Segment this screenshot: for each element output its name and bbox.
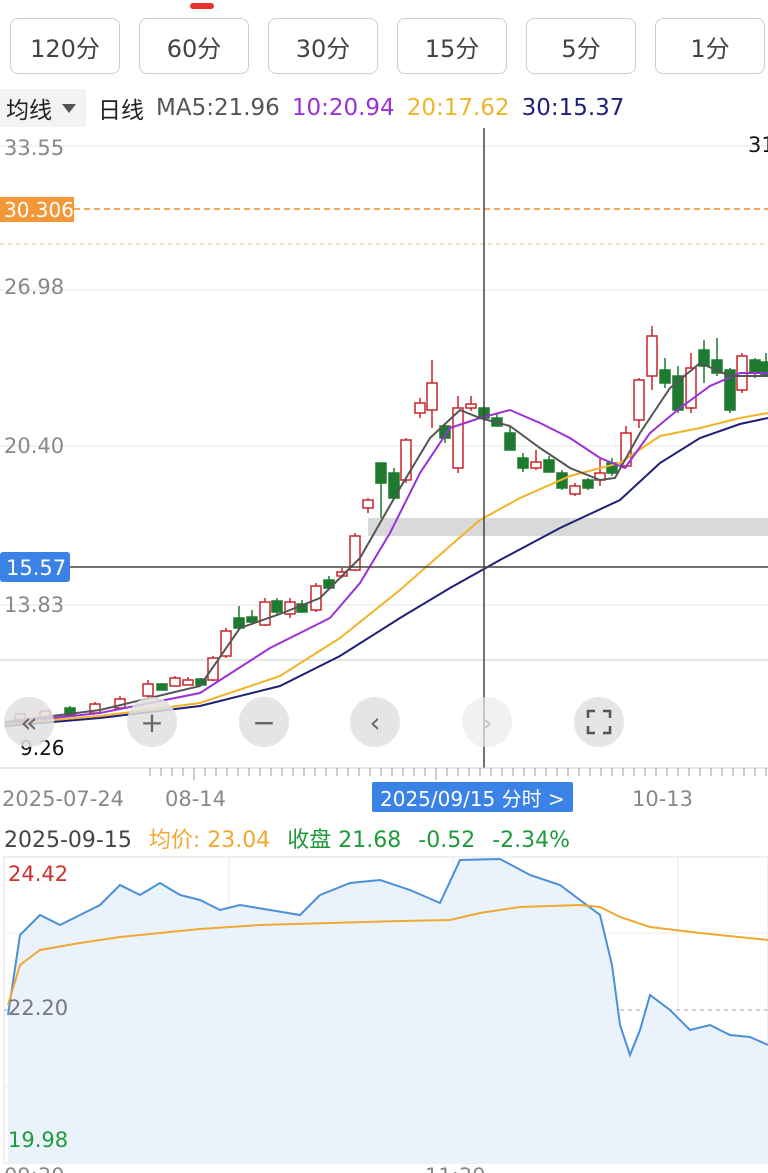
period-tab-4[interactable]: 5分 [526,18,636,74]
candle-body [517,457,529,469]
ma20-value: 20:17.62 [406,95,510,121]
ma20-line [4,412,768,725]
change-pct-value: -2.34% [492,828,571,853]
intraday-mid-label: 22.20 [8,996,68,1020]
period-tab-0[interactable]: 120分 [10,18,120,74]
candle-body [465,403,477,409]
scroll-left-button[interactable]: ‹ [350,697,400,747]
candle-body [271,600,283,613]
candle-body [633,379,645,421]
kline-grid [0,145,768,769]
candle-body [142,683,154,697]
candle-body [414,402,426,414]
top-right-high-label: 31 [748,133,768,157]
intraday-high-label: 24.42 [8,862,68,886]
ma-legend-row: 均线 日线 MA5:21.96 10:20.94 20:17.62 30:15.… [0,88,768,128]
ma5-value: MA5:21.96 [156,95,280,121]
price-label-top: 33.55 [4,136,64,160]
change-value: -0.52 [418,828,476,853]
period-tab-1[interactable]: 60分 [139,18,249,74]
ma30-value: 30:15.37 [521,95,625,121]
avg-price-label: 均价: [148,828,201,853]
kline-period-label: 日线 [98,98,144,124]
plus-icon: + [140,705,164,739]
candle-body [362,499,374,509]
intraday-time-start: 09:30 [4,1164,65,1173]
period-tab-2[interactable]: 30分 [268,18,378,74]
ma10-line [4,372,768,724]
price-zone-band [368,518,768,536]
fullscreen-icon [586,709,612,735]
price-area-fill [8,859,768,1163]
active-period-indicator [190,3,214,9]
candle-body [426,382,438,411]
orange-price-tag: 30.306 [4,198,74,222]
minus-icon: − [252,705,276,739]
crosshair-price-tag: 15.57 [6,556,66,580]
ma5-line [4,361,768,723]
price-label-3: 20.40 [4,434,64,458]
candle-body [749,359,761,373]
double-chevron-left-icon: « [20,705,38,739]
candle-body [582,479,594,489]
jump-first-button[interactable]: « [4,697,54,747]
intraday-date: 2025-09-15 [4,828,132,853]
chevron-left-icon: ‹ [369,705,381,739]
candle-body [156,683,168,691]
zoom-in-button[interactable]: + [127,697,177,747]
period-tab-bar: 120分 60分 30分 15分 5分 1分 [0,18,768,78]
candle-body [246,616,258,623]
x-label-end: 10-13 [632,787,693,811]
intraday-low-label: 19.98 [8,1128,68,1152]
x-label-start: 2025-07-24 [2,787,124,811]
intraday-time-mid: 11:30 [425,1164,486,1173]
close-label: 收盘 [287,828,332,853]
candle-body [659,369,671,384]
intraday-chart[interactable]: 24.42 22.20 19.98 09:30 11:30 [0,855,768,1173]
candle-body [259,601,271,626]
chevron-right-icon: › [481,705,493,739]
candle-body [452,407,464,469]
scroll-right-button[interactable]: › [462,697,512,747]
candle-body [646,335,658,377]
candle-body [543,459,555,473]
avg-price-value: 23.04 [207,828,271,853]
intraday-info-row: 2025-09-15 均价: 23.04 收盘 21.68 -0.52 -2.3… [4,822,580,854]
candle-body [349,535,361,571]
candle-body [375,462,387,484]
ma10-value: 10:20.94 [291,95,395,121]
intraday-link-badge[interactable]: 2025/09/15 分时 > [372,782,573,812]
x-label-mid: 08-14 [165,787,226,811]
period-tab-3[interactable]: 15分 [397,18,507,74]
price-label-4: 13.83 [4,593,64,617]
candle-body [182,679,194,686]
price-label-2: 26.98 [4,275,64,299]
indicator-type-dropdown[interactable]: 均线 [0,89,86,127]
candle-body [530,461,542,469]
close-value: 21.68 [338,828,402,853]
stock-chart-app: 120分 60分 30分 15分 5分 1分 均线 日线 MA5:21.96 10:20.… [0,0,768,1173]
chevron-down-icon [62,103,76,113]
candle-body [569,485,581,495]
candle-body [169,677,181,687]
x-axis-ticks [149,768,767,780]
indicator-type-label: 均线 [6,98,52,124]
fullscreen-button[interactable] [574,697,624,747]
zoom-out-button[interactable]: − [239,697,289,747]
candle-body [504,432,516,451]
period-tab-5[interactable]: 1分 [655,18,765,74]
